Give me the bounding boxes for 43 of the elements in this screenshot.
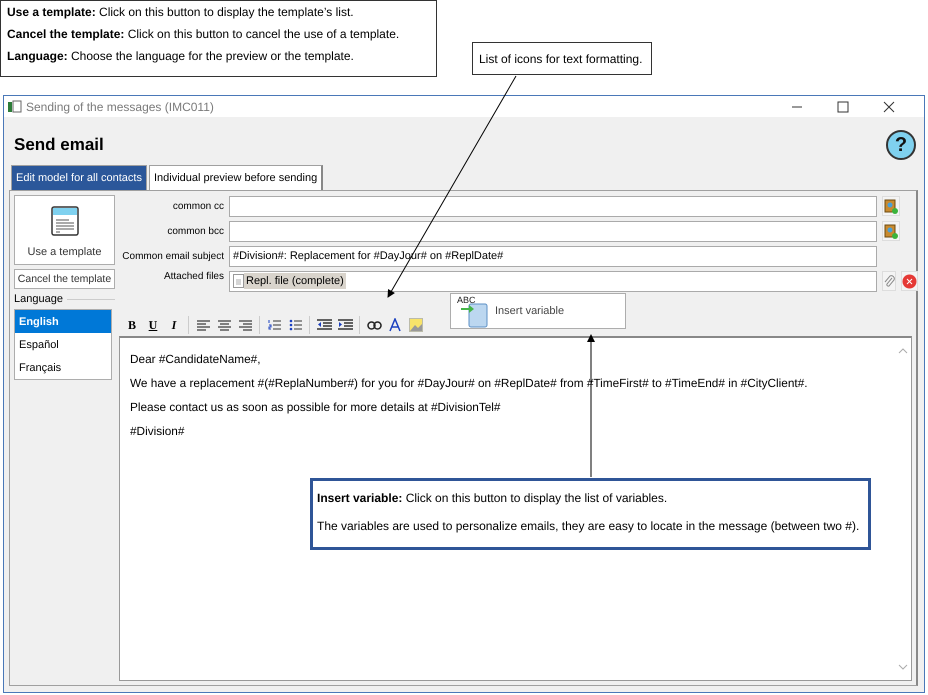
window-title: Sending of the messages (IMC011) [26, 100, 215, 114]
dialog-heading: Send email [14, 135, 104, 155]
address-book-icon [884, 224, 898, 238]
message-line: Dear #CandidateName#, [130, 352, 260, 366]
format-button[interactable]: I [165, 316, 183, 334]
file-icon [233, 274, 244, 288]
template-icon [50, 206, 78, 236]
callout-note: Insert variable: Click on this button to display the list of variables. The variables are used to personalize emails, they are easy to locate in the message (between two #). [310, 478, 871, 550]
app-icon [8, 100, 22, 113]
address-book-button[interactable] [882, 221, 900, 241]
help-button[interactable]: ? [886, 130, 916, 160]
close-icon[interactable] [882, 100, 896, 114]
callout-note: List of icons for text formatting. [472, 42, 652, 75]
cancel-template-button[interactable]: Cancel the template [14, 269, 115, 289]
insert-variable-button[interactable]: ABC Insert variable [450, 293, 626, 329]
variable-icon [461, 302, 489, 328]
maximize-icon[interactable] [836, 100, 850, 114]
field-label: common cc [172, 200, 224, 212]
group-label: Language [14, 293, 63, 305]
address-book-button[interactable] [882, 196, 900, 216]
remove-button[interactable] [901, 271, 918, 291]
field-label: Attached files [162, 270, 224, 283]
address-book-icon [884, 198, 898, 214]
format-button[interactable]: B [123, 316, 141, 334]
tab[interactable]: Individual preview before sending [148, 165, 324, 190]
remove-icon [902, 274, 917, 288]
input-field[interactable] [229, 196, 877, 216]
language-item[interactable]: English [15, 310, 111, 333]
message-line: Please contact us as soon as possible for more details at #DivisionTel# [130, 400, 500, 414]
field-label: common bcc [166, 224, 224, 238]
use-template-button[interactable]: Use a template [14, 195, 115, 265]
attachment-field[interactable]: Repl. file (complete) [229, 270, 877, 292]
language-item[interactable]: Français [15, 356, 111, 379]
format-button[interactable]: U [144, 316, 162, 334]
field-label: Common email subject [121, 250, 224, 262]
message-line: #Division# [130, 424, 184, 438]
language-item[interactable]: Español [15, 333, 111, 356]
tab[interactable]: Edit model for all contacts [11, 165, 147, 190]
paperclip-button[interactable] [882, 271, 896, 291]
input-field[interactable] [229, 220, 877, 242]
paperclip-icon [883, 274, 895, 288]
language-list[interactable]: English Español Français [14, 309, 112, 380]
callout-note: Use a template: Click on this button to display the template’s list. Cancel the template: Click on this button to cancel the use of a template. Language: Choose the language for the preview or the template. [0, 0, 437, 77]
